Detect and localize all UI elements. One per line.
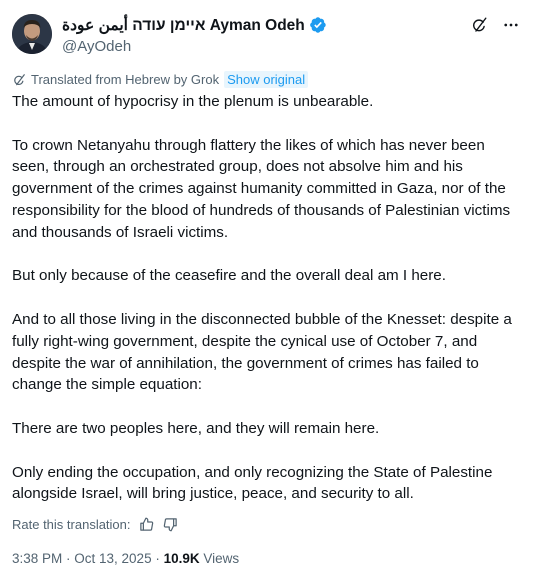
rate-translation-label: Rate this translation: [12, 516, 131, 532]
tweet: איימן עודה أيمن عودة Ayman Odeh @AyOdeh … [0, 0, 533, 572]
tweet-meta: 3:38 PM · Oct 13, 2025 · 10.9K Views [12, 551, 239, 566]
tweet-header-actions [469, 15, 521, 35]
author-handle[interactable]: @AyOdeh [62, 38, 131, 55]
tweet-paragraph: There are two peoples here, and they wil… [12, 419, 380, 437]
views-count: 10.9K [163, 551, 200, 566]
more-icon[interactable] [501, 15, 521, 35]
tweet-paragraph: But only because of the ceasefire and th… [12, 267, 446, 285]
grok-icon[interactable] [469, 15, 489, 35]
translation-notice: Translated from Hebrew by Grok Show orig… [12, 71, 309, 88]
tweet-text: The amount of hypocrisy in the plenum is… [12, 91, 524, 505]
tweet-paragraph: The amount of hypocrisy in the plenum is… [12, 93, 374, 110]
tweet-paragraph: And to all those living in the disconnec… [12, 310, 512, 394]
translation-label: Translated from Hebrew by Grok [31, 72, 220, 87]
tweet-paragraph: To crown Netanyahu through flattery the … [12, 136, 511, 241]
grok-icon [14, 73, 25, 85]
timestamp[interactable]: 3:38 PM · Oct 13, 2025 · [12, 551, 164, 566]
tweet-paragraph: Only ending the occupation, and only rec… [12, 463, 493, 503]
rate-translation: Rate this translation: [12, 516, 179, 532]
author-name-row: איימן עודה أيمن عودة Ayman Odeh [62, 14, 327, 36]
thumbs-down-icon[interactable] [163, 516, 179, 532]
thumbs-up-icon[interactable] [139, 516, 155, 532]
avatar-image [12, 14, 52, 54]
verified-badge-icon [309, 17, 326, 33]
display-name[interactable]: איימן עודה أيمن عودة Ayman Odeh [62, 16, 305, 35]
show-original-link[interactable]: Show original [224, 71, 309, 88]
avatar[interactable] [12, 14, 52, 54]
views-label: Views [199, 551, 240, 566]
